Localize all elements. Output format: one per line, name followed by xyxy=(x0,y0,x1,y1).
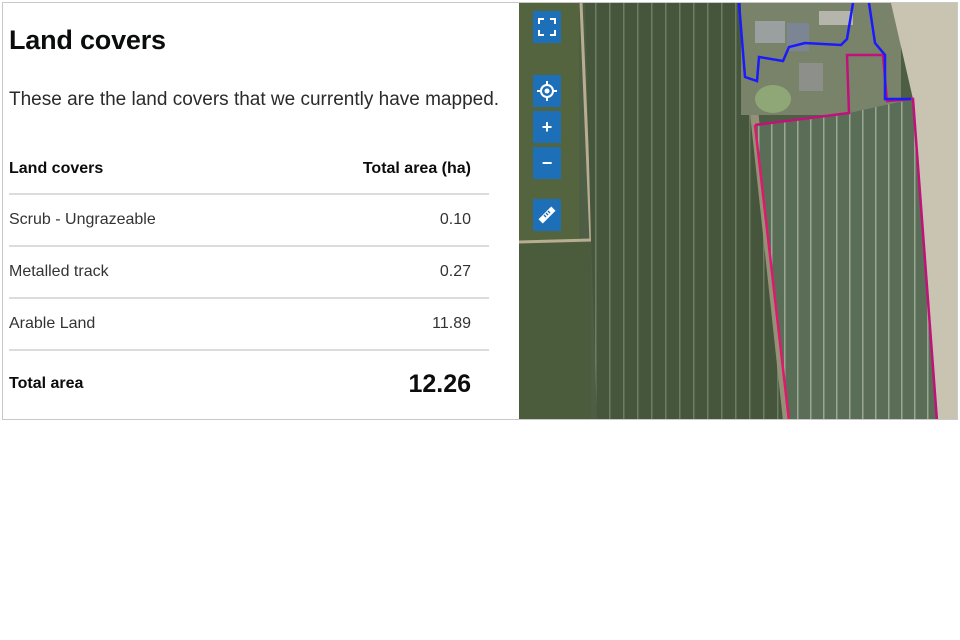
zoom-in-button[interactable]: + xyxy=(533,111,561,143)
table-row: Metalled track 0.27 xyxy=(9,247,489,299)
intro-text: These are the land covers that we curren… xyxy=(9,89,500,110)
fullscreen-icon xyxy=(538,18,556,36)
column-header-land-covers: Land covers xyxy=(9,160,104,177)
land-cover-area: 11.89 xyxy=(432,315,471,332)
total-area-label: Total area xyxy=(9,375,84,392)
measure-icon xyxy=(538,206,556,224)
land-cover-area: 0.27 xyxy=(439,263,471,280)
land-covers-panel: Land covers These are the land covers th… xyxy=(3,3,519,419)
land-cover-name: Metalled track xyxy=(9,263,109,280)
column-header-total-area: Total area (ha) xyxy=(362,160,471,177)
measure-button[interactable] xyxy=(533,199,561,231)
land-covers-table: Land covers Total area (ha) Scrub - Ungr… xyxy=(9,145,489,417)
total-area-row: Total area 12.26 xyxy=(9,351,489,417)
table-row: Arable Land 11.89 xyxy=(9,299,489,351)
aerial-imagery xyxy=(519,3,957,419)
zoom-out-icon: − xyxy=(541,152,553,173)
screenshot-frame: Land covers These are the land covers th… xyxy=(2,2,958,420)
total-area-value: 12.26 xyxy=(408,369,471,398)
table-row: Scrub - Ungrazeable 0.10 xyxy=(9,195,489,247)
map-view[interactable]: + − xyxy=(519,3,957,419)
page-title: Land covers xyxy=(9,25,166,55)
land-cover-name: Arable Land xyxy=(9,315,96,332)
fullscreen-button[interactable] xyxy=(533,11,561,43)
zoom-out-button[interactable]: − xyxy=(533,147,561,179)
land-cover-name: Scrub - Ungrazeable xyxy=(9,211,156,228)
land-cover-area: 0.10 xyxy=(439,211,471,228)
zoom-in-icon: + xyxy=(541,116,553,137)
locate-icon xyxy=(537,81,557,101)
locate-button[interactable] xyxy=(533,75,561,107)
table-header-row: Land covers Total area (ha) xyxy=(9,145,489,195)
